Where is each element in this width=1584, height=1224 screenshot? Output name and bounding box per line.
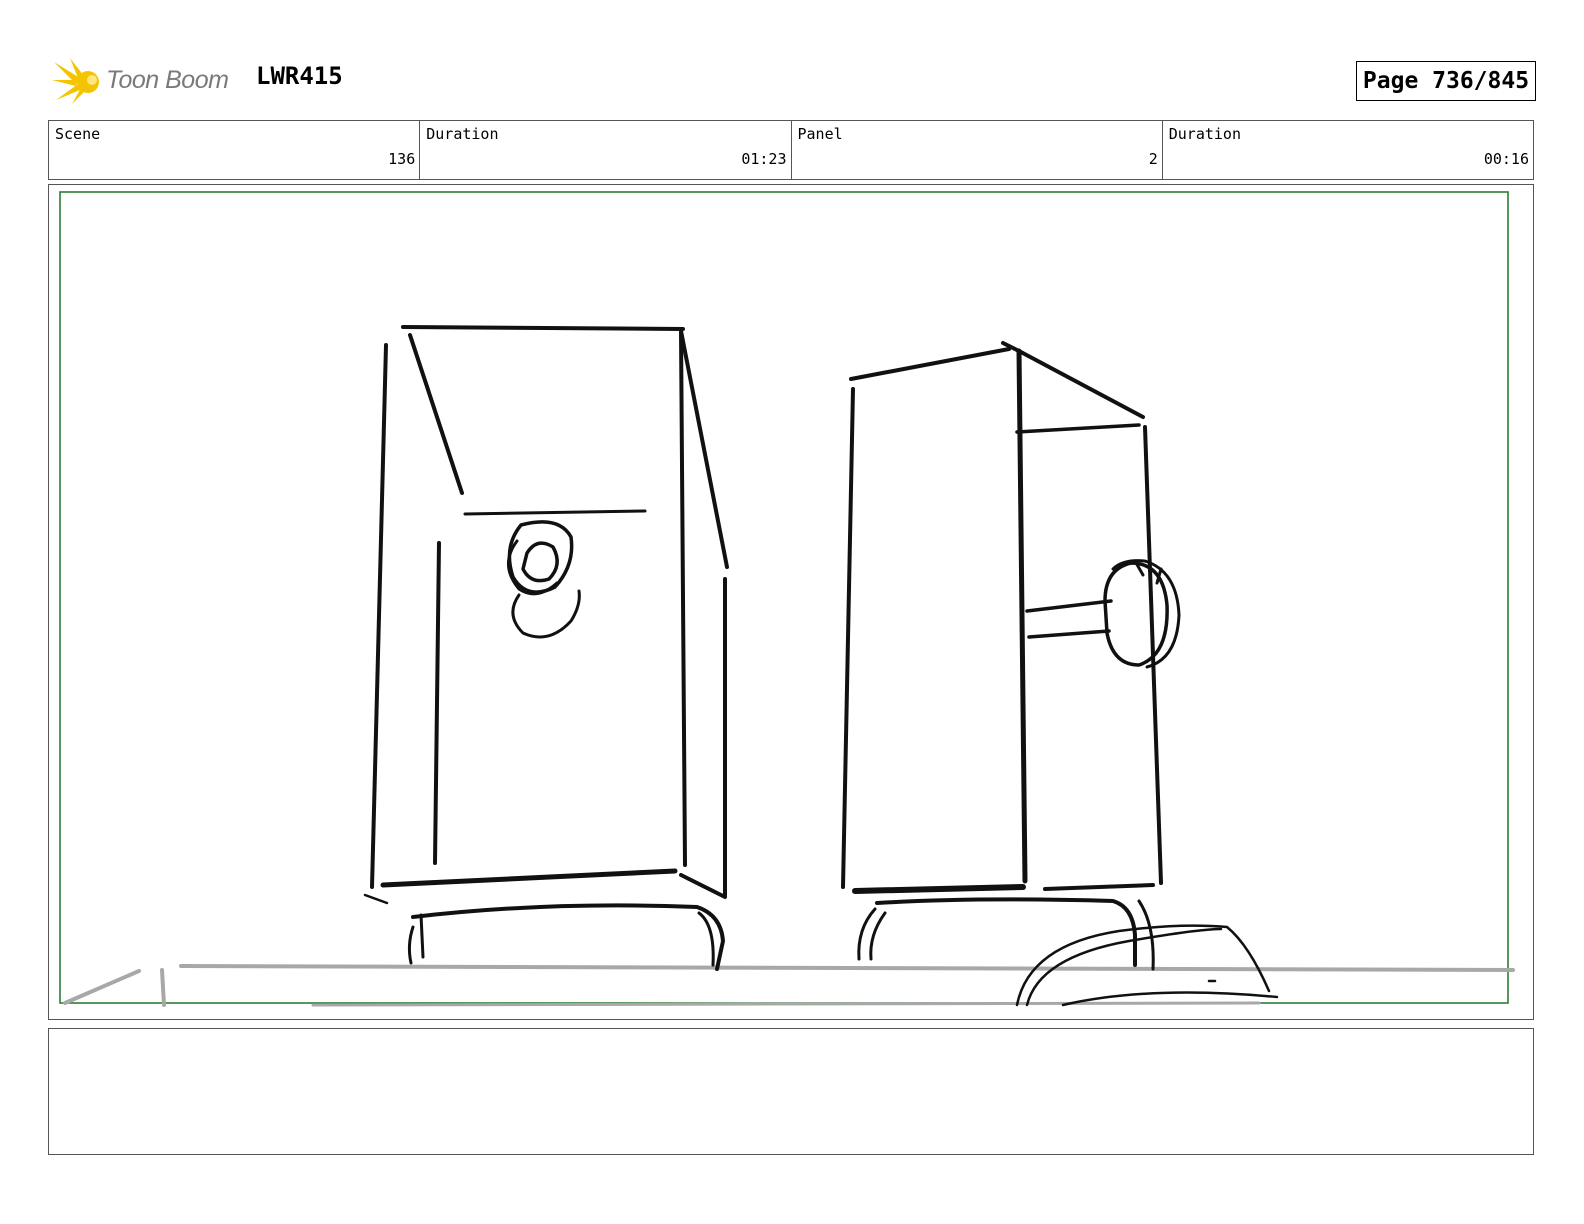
safe-frame (59, 191, 1509, 1004)
page-indicator: Page 736/845 (1356, 61, 1536, 101)
left-speaker-sketch (363, 325, 729, 971)
foreground-object-sketch (1015, 924, 1279, 1007)
panel-cell: Panel 2 (792, 121, 1163, 179)
panel-duration-value: 00:16 (1483, 150, 1529, 168)
logo-wordmark: Toon Boom (106, 66, 229, 94)
scene-duration-value: 01:23 (741, 150, 787, 168)
panel-label: Panel (797, 125, 843, 143)
ground-line (63, 964, 1515, 1007)
storyboard-header: Toon Boom LWR415 Page 736/845 (52, 52, 1536, 106)
panel-sketch (59, 191, 1515, 1007)
sunburst-icon (52, 58, 99, 104)
toon-boom-logo: Toon Boom (52, 56, 242, 106)
scene-value: 136 (388, 150, 416, 168)
scene-duration-cell: Duration 01:23 (420, 121, 792, 179)
panel-info-row: Scene 136 Duration 01:23 Panel 2 Duratio… (48, 120, 1534, 180)
right-speaker-sketch (841, 341, 1181, 971)
scene-label: Scene (55, 125, 101, 143)
panel-value: 2 (1148, 150, 1158, 168)
panel-image-frame (48, 184, 1534, 1020)
panel-notes-box (48, 1028, 1534, 1155)
scene-duration-label: Duration (426, 125, 499, 143)
project-code: LWR415 (256, 62, 343, 90)
panel-duration-label: Duration (1168, 125, 1241, 143)
scene-cell: Scene 136 (49, 121, 421, 179)
panel-duration-cell: Duration 00:16 (1163, 121, 1533, 179)
